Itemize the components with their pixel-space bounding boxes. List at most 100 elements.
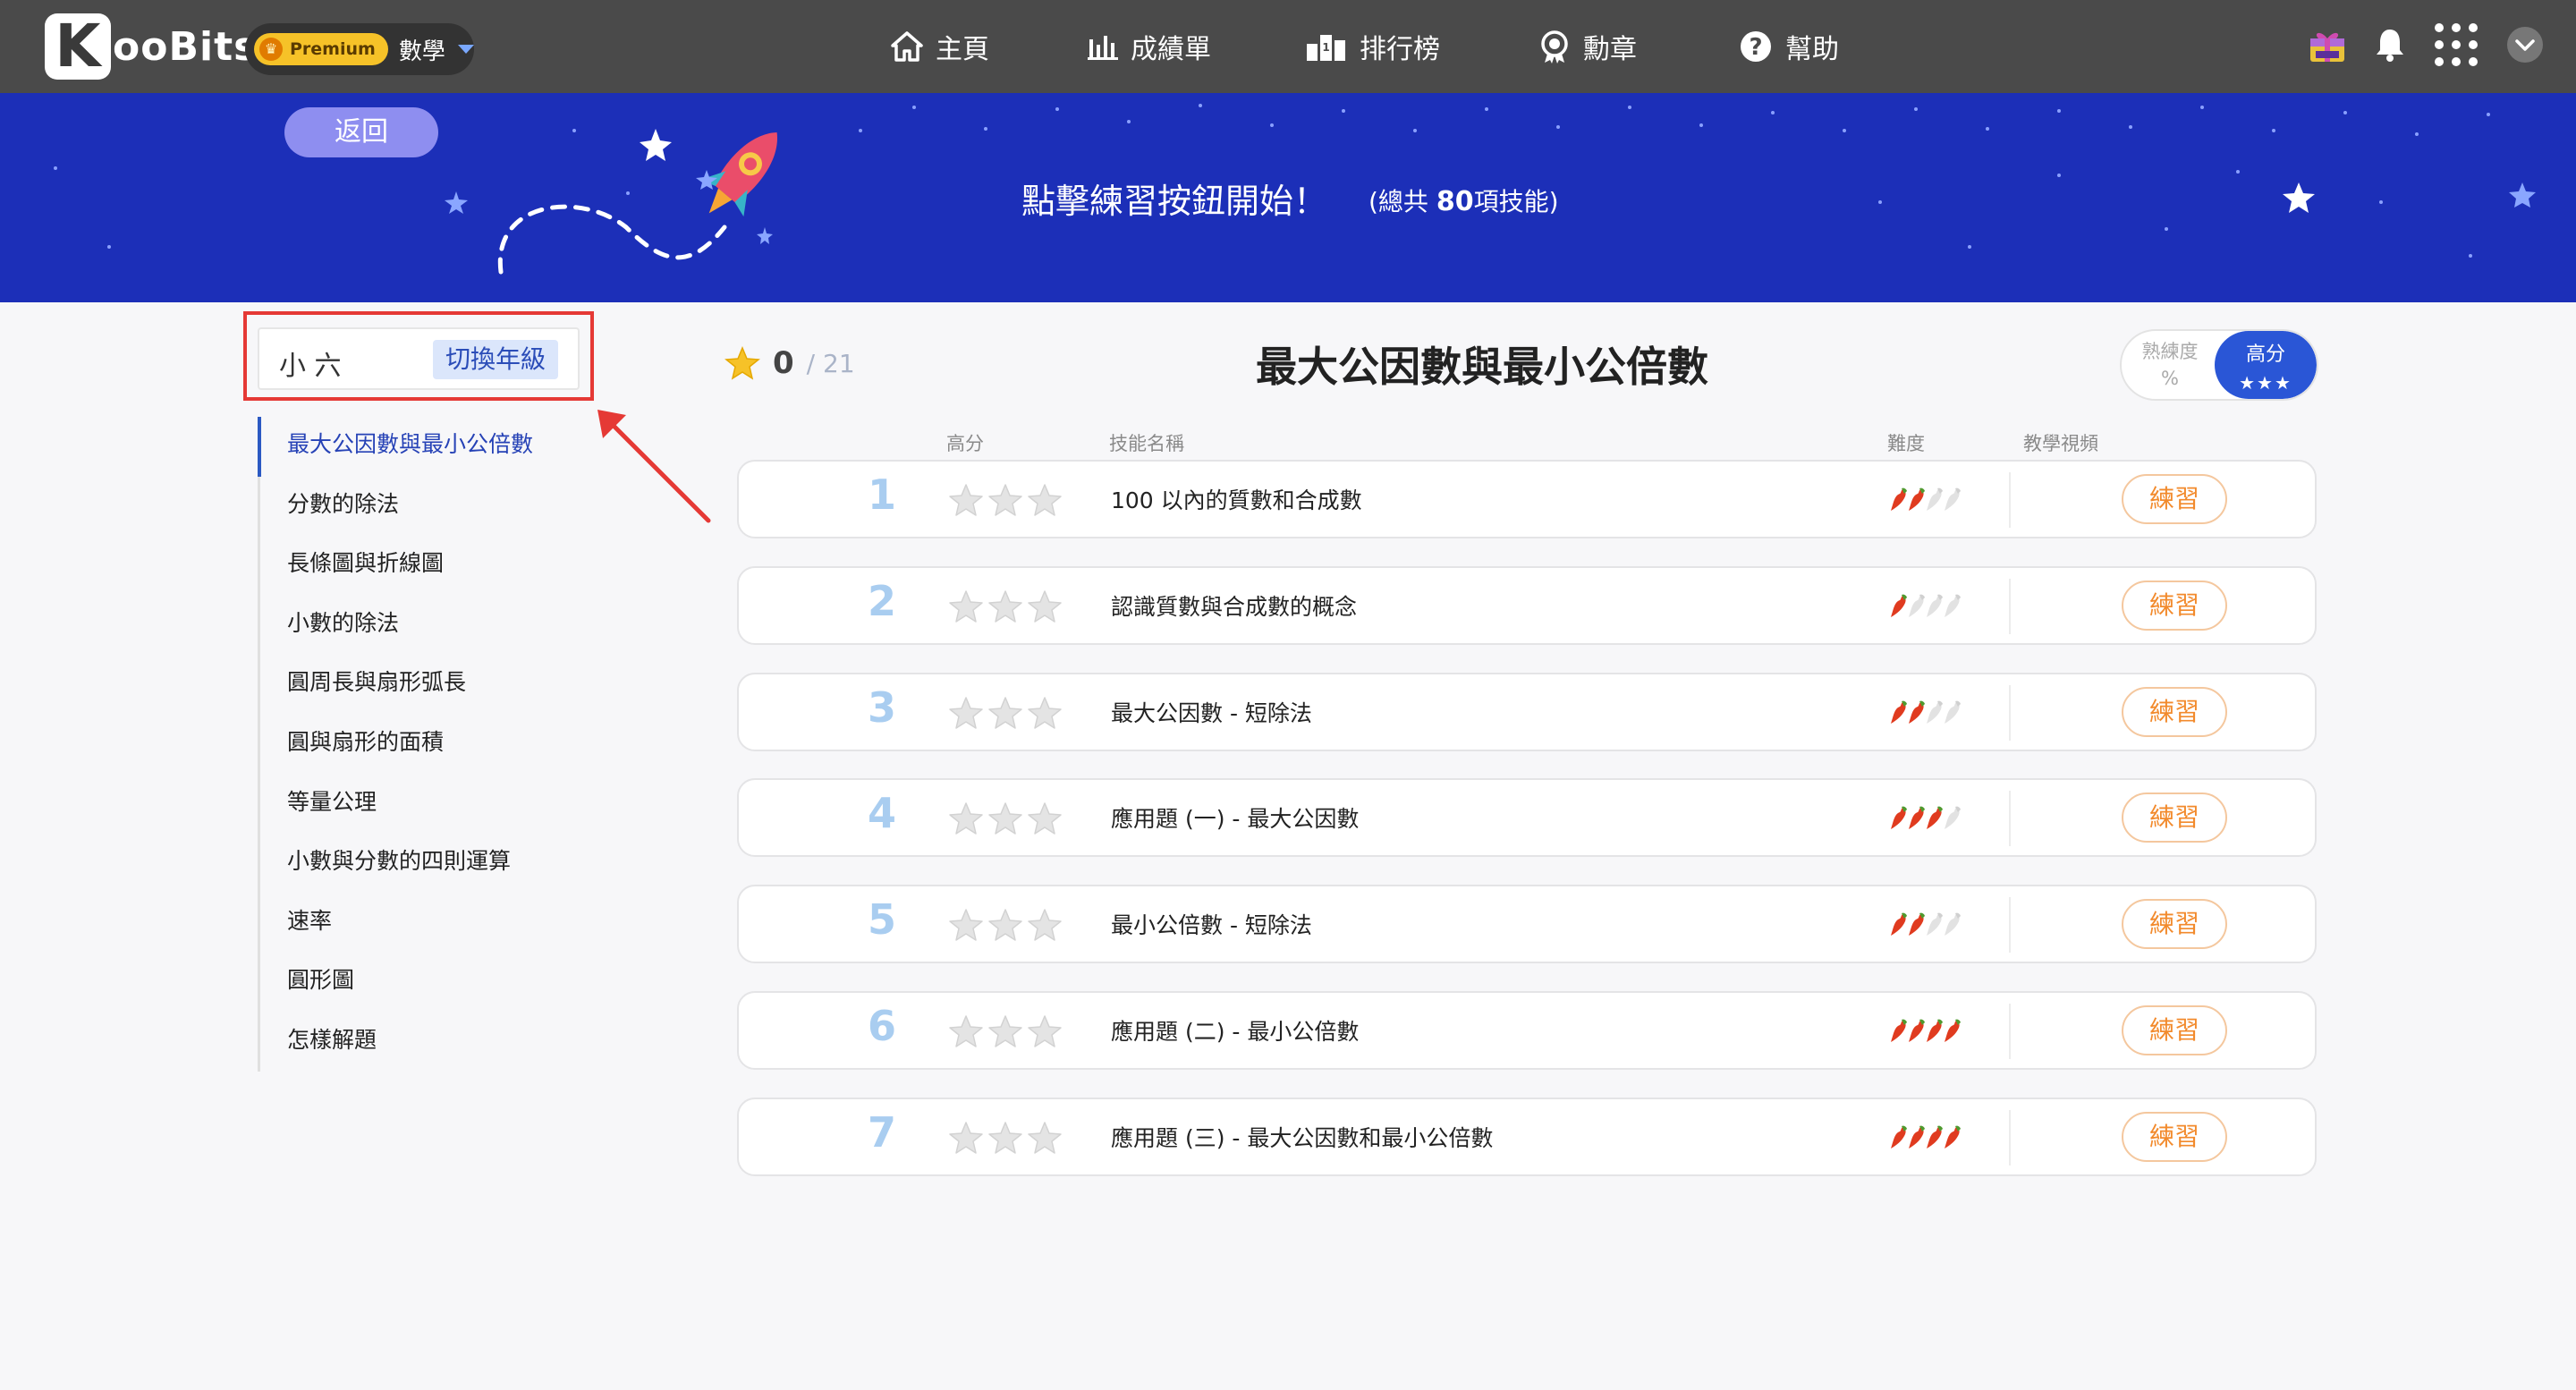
sidebar-topic-item[interactable]: 分數的除法 [260, 477, 618, 537]
skill-row: 1 100 以內的質數和合成數 練習 [737, 460, 2317, 538]
rating-star-icon [988, 696, 1022, 729]
rating-star-icon [949, 802, 983, 835]
leaderboard-icon: 1 [1306, 31, 1347, 62]
sidebar-topic-item[interactable]: 最大公因數與最小公倍數 [258, 417, 618, 477]
rating-star-icon [949, 1122, 983, 1154]
grade-selector: 小 六 切換年級 [258, 327, 580, 390]
skill-difficulty [1889, 1124, 1961, 1151]
nav-leaderboard[interactable]: 1 排行榜 [1306, 0, 1440, 93]
sidebar-topic-item[interactable]: 小數與分數的四則運算 [260, 834, 618, 894]
page-title: 最大公因數與最小公倍數 [1256, 343, 1708, 391]
practice-button[interactable]: 練習 [2122, 686, 2227, 737]
skill-name[interactable]: 應用題 (三) - 最大公因數和最小公倍數 [1111, 1121, 1493, 1153]
skill-row: 6 應用題 (二) - 最小公倍數 練習 [737, 991, 2317, 1070]
koobits-logo[interactable]: K ooBits [45, 13, 258, 81]
account-dropdown-icon[interactable] [2506, 26, 2544, 67]
bell-icon[interactable] [2374, 27, 2406, 66]
score-value: 0 [773, 345, 794, 381]
skill-name[interactable]: 認識質數與合成數的概念 [1111, 589, 1357, 622]
row-divider [2009, 791, 2011, 847]
chili-pepper-icon [1945, 912, 1961, 937]
skill-number: 4 [867, 789, 896, 838]
skill-row: 2 認識質數與合成數的概念 練習 [737, 565, 2317, 645]
nav-label: 勳章 [1583, 34, 1637, 65]
star-decorations [2283, 182, 2536, 213]
practice-button[interactable]: 練習 [2122, 580, 2227, 631]
skill-difficulty [1889, 593, 1961, 620]
sidebar-topic-item[interactable]: 長條圖與折線圖 [260, 536, 618, 596]
skill-number: 2 [867, 576, 896, 625]
skill-number: 7 [867, 1107, 896, 1157]
practice-button[interactable]: 練習 [2122, 899, 2227, 950]
header-utilities [2281, 20, 2544, 73]
row-divider [2009, 1109, 2011, 1165]
skill-number: 1 [867, 470, 896, 519]
premium-label: Premium [290, 39, 376, 59]
skill-name[interactable]: 應用題 (一) - 最大公因數 [1111, 801, 1359, 834]
nav-medals[interactable]: 勳章 [1538, 0, 1637, 93]
skill-row: 7 應用題 (三) - 最大公因數和最小公倍數 練習 [737, 1097, 2317, 1176]
skill-star-rating [948, 483, 1066, 517]
subject-selector[interactable]: ♛ Premium 數學 [245, 23, 474, 75]
toggle-stars: ★★★ [2239, 372, 2292, 394]
svg-text:1: 1 [1322, 41, 1329, 54]
gift-icon[interactable] [2308, 26, 2347, 67]
switch-grade-button[interactable]: 切換年級 [432, 340, 558, 379]
sidebar-topic-item[interactable]: 怎樣解題 [260, 1013, 618, 1072]
skill-name[interactable]: 最大公因數 - 短除法 [1111, 696, 1312, 728]
nav-report[interactable]: 成績單 [1088, 0, 1211, 93]
sidebar-topic-item[interactable]: 圓與扇形的面積 [260, 715, 618, 775]
sidebar-topic-item[interactable]: 圓周長與扇形弧長 [260, 655, 618, 715]
skill-name[interactable]: 應用題 (二) - 最小公倍數 [1111, 1014, 1359, 1047]
rating-star-icon [1028, 909, 1062, 941]
rating-star-icon [1028, 1015, 1062, 1047]
nav-home[interactable]: 主頁 [891, 0, 989, 93]
rating-star-icon [988, 1015, 1022, 1047]
skill-number: 5 [867, 895, 896, 945]
logo-k-mark: K [45, 13, 111, 80]
rating-star-icon [988, 1122, 1022, 1154]
rating-star-icon [949, 696, 983, 729]
crown-icon: ♛ [259, 38, 283, 61]
skill-name[interactable]: 100 以內的質數和合成數 [1111, 483, 1362, 515]
back-button[interactable]: 返回 [284, 107, 438, 157]
rating-star-icon [988, 484, 1022, 516]
premium-badge: ♛ Premium [254, 33, 388, 65]
sidebar-topic-item[interactable]: 等量公理 [260, 775, 618, 835]
skill-name[interactable]: 最小公倍數 - 短除法 [1111, 908, 1312, 940]
sidebar-topic-item[interactable]: 速率 [260, 894, 618, 954]
view-mode-toggle: 熟練度 % 高分 ★★★ [2120, 329, 2318, 401]
apps-grid-icon[interactable] [2433, 21, 2479, 72]
rating-star-icon [988, 590, 1022, 623]
sidebar-topic-item[interactable]: 圓形圖 [260, 953, 618, 1013]
nav-help[interactable]: ? 幫助 [1739, 0, 1839, 93]
column-header-video: 教學視頻 [2023, 433, 2098, 454]
practice-button[interactable]: 練習 [2122, 1005, 2227, 1055]
rating-star-icon [1028, 1122, 1062, 1154]
score-summary: 0 / 21 [724, 345, 855, 381]
sidebar-topic-item[interactable]: 小數的除法 [260, 596, 618, 656]
star-icon [724, 346, 760, 380]
logo-wordmark: ooBits [113, 23, 258, 70]
nav-label: 幫助 [1785, 34, 1839, 65]
skill-row: 5 最小公倍數 - 短除法 練習 [737, 885, 2317, 964]
row-divider [2009, 578, 2011, 634]
skill-star-rating [948, 696, 1066, 730]
skill-star-rating [948, 589, 1066, 623]
skill-row: 4 應用題 (一) - 最大公因數 練習 [737, 778, 2317, 858]
practice-button[interactable]: 練習 [2122, 474, 2227, 524]
column-header-skill: 技能名稱 [1109, 433, 1184, 454]
practice-button[interactable]: 練習 [2122, 1111, 2227, 1162]
skill-difficulty [1889, 1018, 1961, 1045]
nav-label: 成績單 [1131, 34, 1211, 65]
hero-banner: 返回 點擊練習按鈕開始！ (總共 80項技能) [0, 93, 2576, 302]
rating-star-icon [988, 802, 1022, 835]
practice-button[interactable]: 練習 [2122, 792, 2227, 843]
chili-pepper-icon [1945, 1019, 1961, 1042]
toggle-high-score[interactable]: 高分 ★★★ [2215, 331, 2317, 399]
rating-star-icon [1028, 484, 1062, 516]
banner-skill-total: (總共 80項技能) [1368, 186, 1559, 217]
toggle-proficiency[interactable]: 熟練度 % [2122, 331, 2218, 399]
medal-icon [1538, 30, 1571, 64]
skill-number: 6 [867, 1002, 896, 1050]
